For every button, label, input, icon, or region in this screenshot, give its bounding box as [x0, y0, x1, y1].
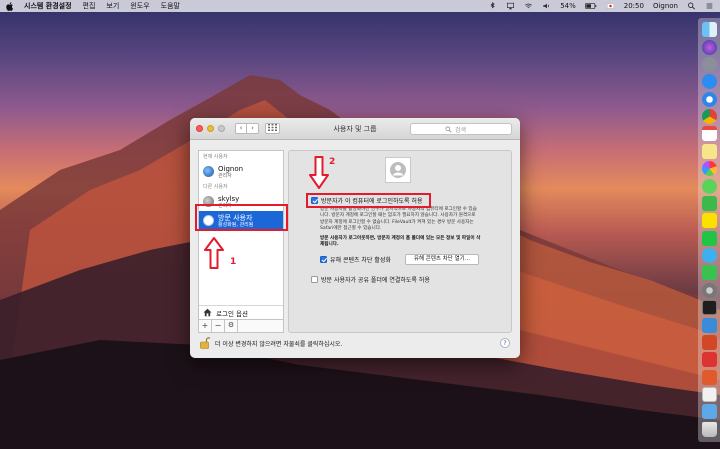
menubar-clock[interactable]: 20:50 [624, 2, 644, 10]
messages-icon[interactable] [701, 178, 717, 194]
flag-icon[interactable] [606, 2, 615, 10]
calendar-icon[interactable] [701, 126, 717, 142]
siri-icon[interactable] [701, 39, 717, 55]
zoom-window-button[interactable] [218, 125, 225, 132]
desc-line: Safari에만 접근할 수 있습니다. [320, 226, 382, 232]
annotation-step-1: 1 [230, 257, 237, 267]
user-name: Oignon [218, 164, 244, 173]
menu-app-name[interactable]: 시스템 환경설정 [24, 1, 72, 11]
launchpad-icon[interactable] [701, 56, 717, 72]
gear-icon[interactable]: ⚙ [225, 320, 238, 332]
word-icon[interactable] [701, 369, 717, 385]
menu-window[interactable]: 윈도우 [130, 1, 149, 11]
wechat-icon[interactable] [701, 265, 717, 281]
airplay-icon[interactable] [506, 2, 515, 10]
shared-folders-checkbox[interactable] [311, 276, 318, 283]
dock [698, 18, 720, 442]
annotation-arrow-down-icon [309, 156, 329, 189]
document-icon[interactable] [701, 387, 717, 403]
volume-icon[interactable] [542, 2, 551, 10]
open-parental-controls-button[interactable]: 유해 콘텐츠 차단 열기... [404, 254, 479, 265]
parental-controls-row[interactable]: 유해 콘텐츠 차단 활성화 유해 콘텐츠 차단 열기... [320, 254, 479, 265]
terminal-icon[interactable] [701, 300, 717, 316]
search-icon [445, 125, 452, 133]
annotation-box-guest-user [195, 204, 288, 231]
annotation-arrow-up-icon [204, 237, 224, 269]
login-options-item[interactable]: 로그인 옵션 [199, 305, 283, 319]
menu-help[interactable]: 도움말 [161, 1, 180, 11]
grid-icon [268, 124, 277, 131]
users-and-groups-window: ‹ › 사용자 및 그룹 검색 현재 사용자 Oignon 관리자 다른 사용자… [190, 118, 520, 358]
user-row-oignon[interactable]: Oignon 관리자 [199, 162, 283, 181]
downloads-icon[interactable] [701, 404, 717, 420]
lock-row[interactable]: 더 이상 변경하지 않으려면 자물쇠를 클릭하십시오. [200, 337, 342, 349]
battery-icon[interactable] [584, 2, 597, 10]
excel-icon[interactable] [701, 352, 717, 368]
shared-folders-row[interactable]: 방문 사용자가 공유 폴더에 연결하도록 허용 [311, 275, 430, 284]
kakaotalk-icon[interactable] [701, 213, 717, 229]
unlocked-padlock-icon[interactable] [200, 337, 210, 349]
battery-percent: 54% [560, 2, 576, 10]
menu-view[interactable]: 보기 [106, 1, 119, 11]
app-store-icon[interactable] [701, 74, 717, 90]
menu-bar: 시스템 환경설정 편집 보기 윈도우 도움말 54% 20:50 Oignon [0, 0, 720, 12]
close-window-button[interactable] [196, 125, 203, 132]
remove-user-button[interactable]: − [212, 320, 225, 332]
user-role: 관리자 [218, 172, 232, 179]
facetime-icon[interactable] [701, 195, 717, 211]
forward-button[interactable]: › [247, 123, 259, 134]
hangul-icon[interactable] [701, 317, 717, 333]
powerpoint-icon[interactable] [701, 334, 717, 350]
add-user-button[interactable]: + [199, 320, 212, 332]
guest-description: 방문 사용자를 활성화하면 친구가 일시적으로 사용자의 컴퓨터에 로그인할 수… [320, 207, 477, 233]
menubar-user[interactable]: Oignon [653, 2, 678, 10]
photos-icon[interactable] [701, 161, 717, 177]
back-button[interactable]: ‹ [235, 123, 247, 134]
bluetooth-icon[interactable] [488, 2, 497, 10]
current-user-label: 현재 사용자 [203, 154, 228, 160]
wifi-icon[interactable] [524, 2, 533, 10]
notification-center-icon[interactable] [705, 2, 714, 10]
spotlight-icon[interactable] [687, 2, 696, 10]
menu-edit[interactable]: 편집 [83, 1, 96, 11]
shared-folders-label: 방문 사용자가 공유 폴더에 연결하도록 허용 [321, 277, 430, 284]
notes-icon[interactable] [701, 143, 717, 159]
parental-controls-label: 유해 콘텐츠 차단 활성화 [330, 257, 391, 264]
lock-message: 더 이상 변경하지 않으려면 자물쇠를 클릭하십시오. [215, 340, 343, 348]
sidebar-toolbar: + − ⚙ [199, 319, 283, 332]
minimize-window-button[interactable] [207, 125, 214, 132]
parental-controls-checkbox[interactable] [320, 256, 327, 263]
window-content: 현재 사용자 Oignon 관리자 다른 사용자 skylsy 관리자 방문 사… [190, 140, 520, 358]
guest-picture[interactable] [385, 157, 411, 183]
user-name: skylsy [218, 194, 240, 203]
annotation-box-allow-guest [306, 193, 431, 208]
window-titlebar[interactable]: ‹ › 사용자 및 그룹 검색 [190, 118, 520, 140]
chat-icon[interactable] [701, 248, 717, 264]
finder-icon[interactable] [701, 22, 717, 38]
safari-icon[interactable] [701, 91, 717, 107]
system-preferences-icon[interactable] [701, 282, 717, 298]
login-options-label: 로그인 옵션 [216, 309, 248, 318]
desc-line: 니다. 방문자 계정에 로그인할 때는 암호가 필요하지 않습니다. 사용자가 … [320, 213, 476, 219]
avatar [203, 166, 214, 177]
search-placeholder: 검색 [455, 126, 467, 134]
person-silhouette-icon [390, 162, 406, 178]
search-field[interactable]: 검색 [410, 123, 512, 135]
show-all-button[interactable] [265, 123, 280, 134]
logout-description: 방문 사용자가 로그아웃하면, 방문자 계정의 홈 폴더에 있는 모든 정보 및… [320, 236, 480, 249]
apple-icon[interactable] [6, 1, 14, 11]
other-users-label: 다른 사용자 [203, 184, 228, 190]
line-icon[interactable] [701, 230, 717, 246]
annotation-step-2: 2 [329, 157, 336, 167]
help-button[interactable]: ? [500, 338, 510, 348]
desc-line: 방문 사용자가 로그아웃하면, 방문자 계정의 홈 폴더에 있는 모든 정보 및… [320, 236, 481, 241]
house-icon [203, 308, 212, 317]
chrome-icon[interactable] [701, 109, 717, 125]
trash-icon[interactable] [701, 421, 717, 437]
desc-line: 제됩니다. [320, 242, 339, 248]
